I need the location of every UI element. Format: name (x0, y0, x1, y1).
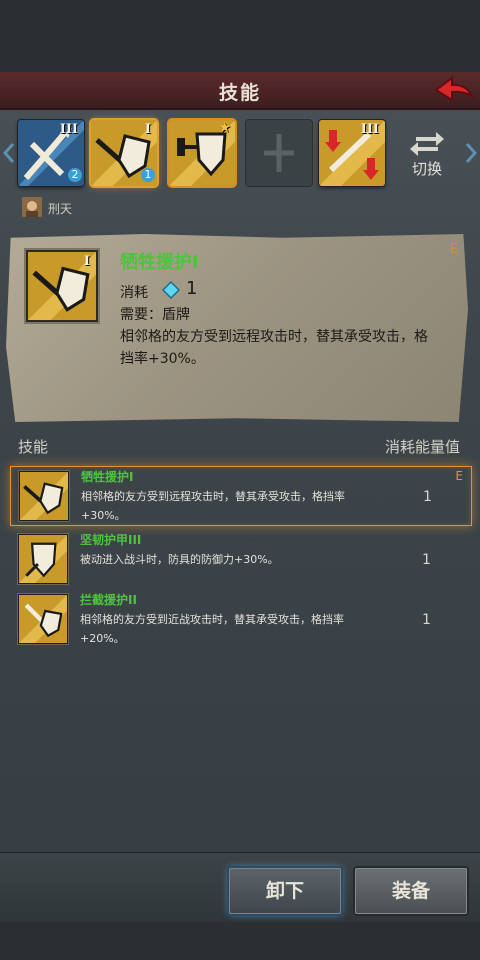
prev-arrow-icon[interactable] (2, 142, 16, 164)
skill-slot-2-badge: 1 (141, 168, 155, 182)
detail-description: 相邻格的友方受到远程攻击时，替其承受攻击，格挡率+30%。 (120, 329, 428, 367)
top-margin (0, 0, 480, 72)
skill-list-row-1[interactable]: 牺牲援护I 相邻格的友方受到远程攻击时，替其承受攻击，格挡率+30%。 1 E (10, 466, 472, 526)
bottom-margin (0, 922, 480, 960)
detail-requirement: 需要：盾牌 (120, 307, 190, 323)
skill-list-desc: 被动进入战斗时，防具的防御力+30%。 (80, 553, 279, 566)
skill-list-cost: 1 (422, 612, 431, 628)
list-header-energy: 消耗能量值 (384, 438, 460, 456)
list-header-skill: 技能 (18, 438, 49, 456)
detail-skill-tier: I (83, 254, 90, 269)
skill-list-row-3[interactable]: 拦截援护II 相邻格的友方受到近战攻击时，替其承受攻击，格挡率+20%。 1 (10, 590, 472, 650)
detail-cost-value: 1 (186, 278, 198, 299)
switch-label: 切换 (411, 160, 442, 178)
skill-slot-5-tier: III (360, 122, 379, 137)
skill-list-desc: 相邻格的友方受到远程攻击时，替其承受攻击，格挡率+30%。 (81, 490, 345, 522)
sword-shield-intercept-skill-icon (18, 594, 68, 644)
back-button[interactable] (430, 74, 476, 108)
skill-slot-2-tier: I (144, 122, 151, 137)
skill-slot-5[interactable]: III (319, 120, 385, 186)
shield-sword-skill-icon (19, 471, 69, 521)
hero-name: 刑天 (48, 202, 73, 216)
next-arrow-icon[interactable] (464, 142, 478, 164)
unequip-button[interactable]: 卸下 (229, 868, 341, 914)
skill-list-cost: 1 (422, 552, 431, 568)
back-arrow-icon (434, 76, 475, 102)
hero-avatar (22, 197, 42, 217)
detail-cost-label: 消耗 (120, 285, 148, 301)
star-icon: ★ (218, 120, 231, 136)
skill-slot-2[interactable]: I 1 (91, 120, 157, 186)
skill-list-grade: E (455, 469, 463, 483)
skill-list-name: 坚韧护甲III (80, 533, 142, 547)
detail-skill-name: 牺牲援护I (120, 252, 199, 273)
switch-button[interactable]: 切换 (404, 128, 450, 180)
skill-list-cost: 1 (423, 489, 432, 505)
detail-skill-grade: E (449, 242, 458, 257)
skill-list-name: 拦截援护II (80, 593, 137, 607)
empty-slot-cross-icon (264, 134, 294, 172)
skill-slot-1-tier: III (59, 122, 78, 137)
skill-detail-card: I 牺牲援护I E 消耗 1 需要：盾牌 相邻格的友方受到远程攻击时，替其承受攻… (6, 234, 468, 422)
equip-button[interactable]: 装备 (355, 868, 467, 914)
skill-slot-1-badge: 2 (68, 168, 82, 182)
swap-arrows-icon (410, 132, 444, 156)
detail-skill-icon: I (26, 250, 98, 322)
diamond-energy-icon (161, 280, 181, 303)
skill-list-desc: 相邻格的友方受到近战攻击时，替其承受攻击，格挡率+20%。 (80, 613, 344, 645)
skill-slot-empty[interactable] (246, 120, 312, 186)
skill-slot-3[interactable]: ★ (169, 120, 235, 186)
armor-shield-skill-icon (18, 534, 68, 584)
skill-slot-1[interactable]: III 2 (18, 120, 84, 186)
page-title: 技能 (218, 82, 261, 104)
skill-list-row-2[interactable]: 坚韧护甲III 被动进入战斗时，防具的防御力+30%。 1 (10, 530, 472, 590)
skill-list-name: 牺牲援护I (81, 470, 134, 484)
